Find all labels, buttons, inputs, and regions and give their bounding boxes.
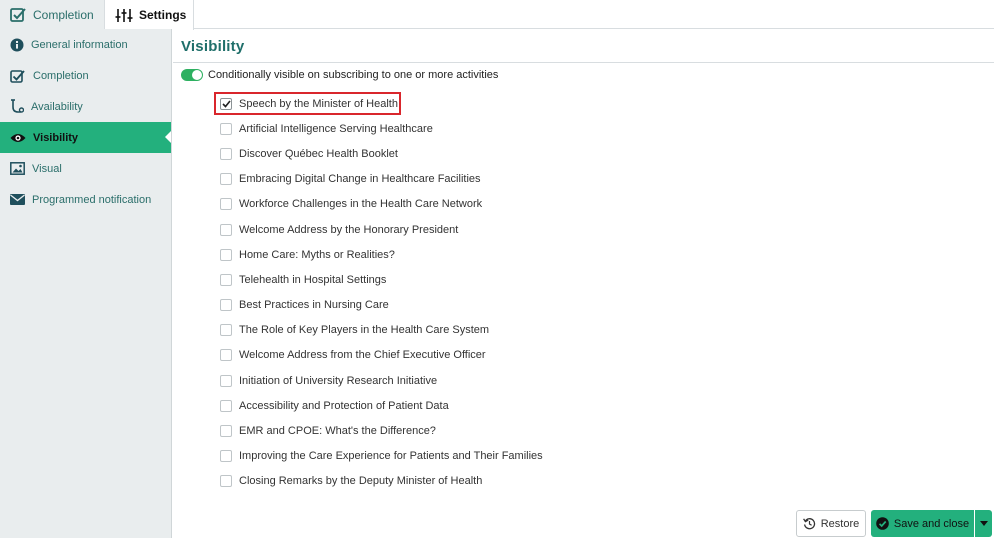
conditional-visibility-toggle[interactable]	[181, 69, 203, 81]
save-and-close-button[interactable]: Save and close	[871, 510, 974, 537]
activity-checkbox[interactable]	[220, 399, 232, 412]
activity-row[interactable]: Artificial Intelligence Serving Healthca…	[220, 116, 543, 141]
activity-row[interactable]: EMR and CPOE: What's the Difference?	[220, 418, 543, 443]
sidebar-item-availability[interactable]: Availability	[0, 91, 171, 122]
activity-label: Embracing Digital Change in Healthcare F…	[239, 173, 481, 186]
availability-icon	[11, 99, 24, 113]
restore-icon	[802, 518, 815, 530]
toggle-knob	[192, 70, 202, 80]
activity-row[interactable]: Home Care: Myths or Realities?	[220, 242, 543, 267]
activity-label: Initiation of University Research Initia…	[239, 374, 438, 387]
activity-list: Speech by the Minister of Health Artifici…	[220, 91, 543, 494]
activity-label: Telehealth in Hospital Settings	[239, 273, 387, 286]
checkbox-check-icon	[10, 69, 25, 83]
image-icon	[10, 162, 25, 175]
envelope-icon	[10, 194, 25, 205]
check-icon	[221, 100, 231, 108]
save-and-close-label: Save and close	[893, 517, 970, 530]
conditional-visibility-label: Conditionally visible on subscribing to …	[208, 69, 499, 81]
sidebar-item-label: Completion	[33, 69, 89, 82]
sidebar-item-visibility[interactable]: Visibility	[0, 122, 171, 153]
activity-row[interactable]: Workforce Challenges in the Health Care …	[220, 192, 543, 217]
activity-row[interactable]: Closing Remarks by the Deputy Minister o…	[220, 469, 543, 494]
activity-row[interactable]: Best Practices in Nursing Care	[220, 293, 543, 318]
sidebar-item-label: Availability	[31, 100, 83, 113]
sidebar-item-general-information[interactable]: General information	[0, 29, 171, 60]
activity-label: Discover Québec Health Booklet	[239, 147, 398, 160]
activity-checkbox[interactable]	[220, 173, 232, 186]
activity-label: Closing Remarks by the Deputy Minister o…	[239, 475, 483, 488]
caret-down-icon	[979, 521, 988, 526]
sidebar-item-label: General information	[31, 38, 128, 51]
sidebar-item-label: Visual	[32, 162, 62, 175]
activity-label: Home Care: Myths or Realities?	[239, 248, 395, 261]
activity-row[interactable]: Telehealth in Hospital Settings	[220, 267, 543, 292]
activity-checkbox[interactable]	[220, 425, 232, 438]
tab-completion[interactable]: Completion	[0, 0, 105, 29]
tab-completion-label: Completion	[33, 7, 94, 22]
activity-row[interactable]: Welcome Address by the Honorary Presiden…	[220, 217, 543, 242]
activity-checkbox[interactable]	[220, 299, 232, 312]
activity-row[interactable]: Welcome Address from the Chief Executive…	[220, 343, 543, 368]
activity-row[interactable]: Discover Québec Health Booklet	[220, 141, 543, 166]
visibility-panel: Visibility Conditionally visible on subs…	[173, 29, 994, 538]
activity-checkbox[interactable]	[220, 475, 232, 488]
restore-label: Restore	[820, 517, 860, 530]
tab-settings[interactable]: Settings	[105, 0, 194, 30]
sliders-icon	[115, 8, 133, 22]
sidebar-item-programmed-notification[interactable]: Programmed notification	[0, 184, 171, 215]
activity-checkbox[interactable]	[220, 374, 232, 387]
activity-checkbox[interactable]	[220, 324, 232, 337]
activity-label: Improving the Care Experience for Patien…	[239, 450, 543, 463]
restore-button[interactable]: Restore	[796, 510, 866, 537]
activity-checkbox[interactable]	[220, 198, 232, 211]
info-icon	[10, 38, 24, 51]
activity-checkbox[interactable]	[220, 122, 232, 135]
activity-label: Speech by the Minister of Health	[239, 97, 398, 110]
settings-sidebar: General information Completion Availabil…	[0, 29, 172, 538]
activity-checkbox[interactable]	[220, 147, 232, 160]
save-options-dropdown[interactable]	[975, 510, 992, 537]
check-circle-icon	[876, 517, 889, 530]
checkbox-check-icon	[10, 8, 26, 22]
activity-label: Best Practices in Nursing Care	[239, 299, 389, 312]
tab-settings-label: Settings	[139, 8, 187, 22]
top-tab-bar: Completion Settings	[0, 0, 994, 30]
activity-label: Workforce Challenges in the Health Care …	[239, 198, 483, 211]
activity-label: Artificial Intelligence Serving Healthca…	[239, 122, 433, 135]
activity-row[interactable]: Speech by the Minister of Health	[220, 91, 543, 116]
activity-checkbox[interactable]	[220, 273, 232, 286]
activity-label: EMR and CPOE: What's the Difference?	[239, 425, 436, 438]
activity-checkbox[interactable]	[220, 223, 232, 236]
eye-icon	[10, 133, 26, 142]
activity-checkbox[interactable]	[220, 97, 232, 110]
sidebar-item-label: Visibility	[33, 131, 79, 144]
activity-label: The Role of Key Players in the Health Ca…	[239, 324, 490, 337]
sidebar-item-completion[interactable]: Completion	[0, 60, 171, 91]
sidebar-item-visual[interactable]: Visual	[0, 153, 171, 184]
activity-label: Welcome Address from the Chief Executive…	[239, 349, 486, 362]
activity-row[interactable]: Improving the Care Experience for Patien…	[220, 444, 543, 469]
activity-label: Welcome Address by the Honorary Presiden…	[239, 223, 459, 236]
sidebar-item-label: Programmed notification	[32, 193, 152, 206]
activity-checkbox[interactable]	[220, 349, 232, 362]
activity-checkbox[interactable]	[220, 450, 232, 463]
activity-row[interactable]: The Role of Key Players in the Health Ca…	[220, 318, 543, 343]
activity-label: Accessibility and Protection of Patient …	[239, 399, 449, 412]
activity-row[interactable]: Embracing Digital Change in Healthcare F…	[220, 167, 543, 192]
page-title: Visibility	[181, 38, 245, 55]
title-divider	[173, 62, 994, 63]
activity-checkbox[interactable]	[220, 248, 232, 261]
activity-row[interactable]: Accessibility and Protection of Patient …	[220, 393, 543, 418]
activity-row[interactable]: Initiation of University Research Initia…	[220, 368, 543, 393]
conditional-visibility-row: Conditionally visible on subscribing to …	[181, 69, 498, 81]
